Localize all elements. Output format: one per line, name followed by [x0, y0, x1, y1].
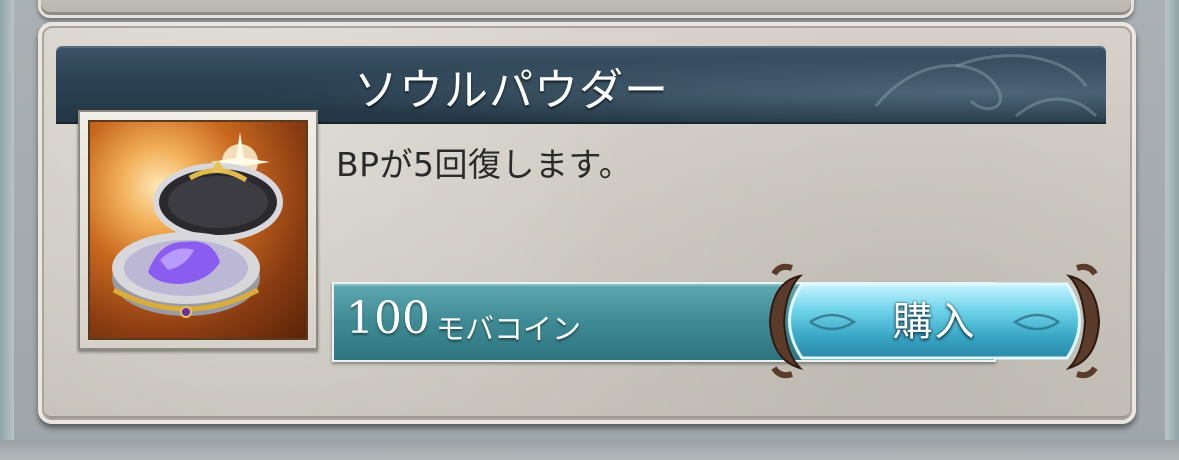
left-frame-border [0, 0, 14, 460]
buy-button-label: 購入 [892, 299, 977, 345]
shop-item-card: ソウルパウダー BPが5回復します。 100 モバコイン 購入 [38, 22, 1136, 424]
item-icon-frame [78, 110, 318, 350]
previous-item-card [38, 0, 1134, 18]
price-amount: 100 [346, 293, 430, 344]
item-description: BPが5回復します。 [336, 145, 633, 184]
soul-powder-compact-icon [88, 120, 308, 340]
item-name: ソウルパウダー [354, 65, 669, 116]
right-frame-border [1165, 0, 1179, 460]
list-bottom-strip [0, 440, 1179, 460]
price-currency: モバコイン [436, 312, 582, 346]
buy-button[interactable]: 購入 [762, 262, 1107, 380]
